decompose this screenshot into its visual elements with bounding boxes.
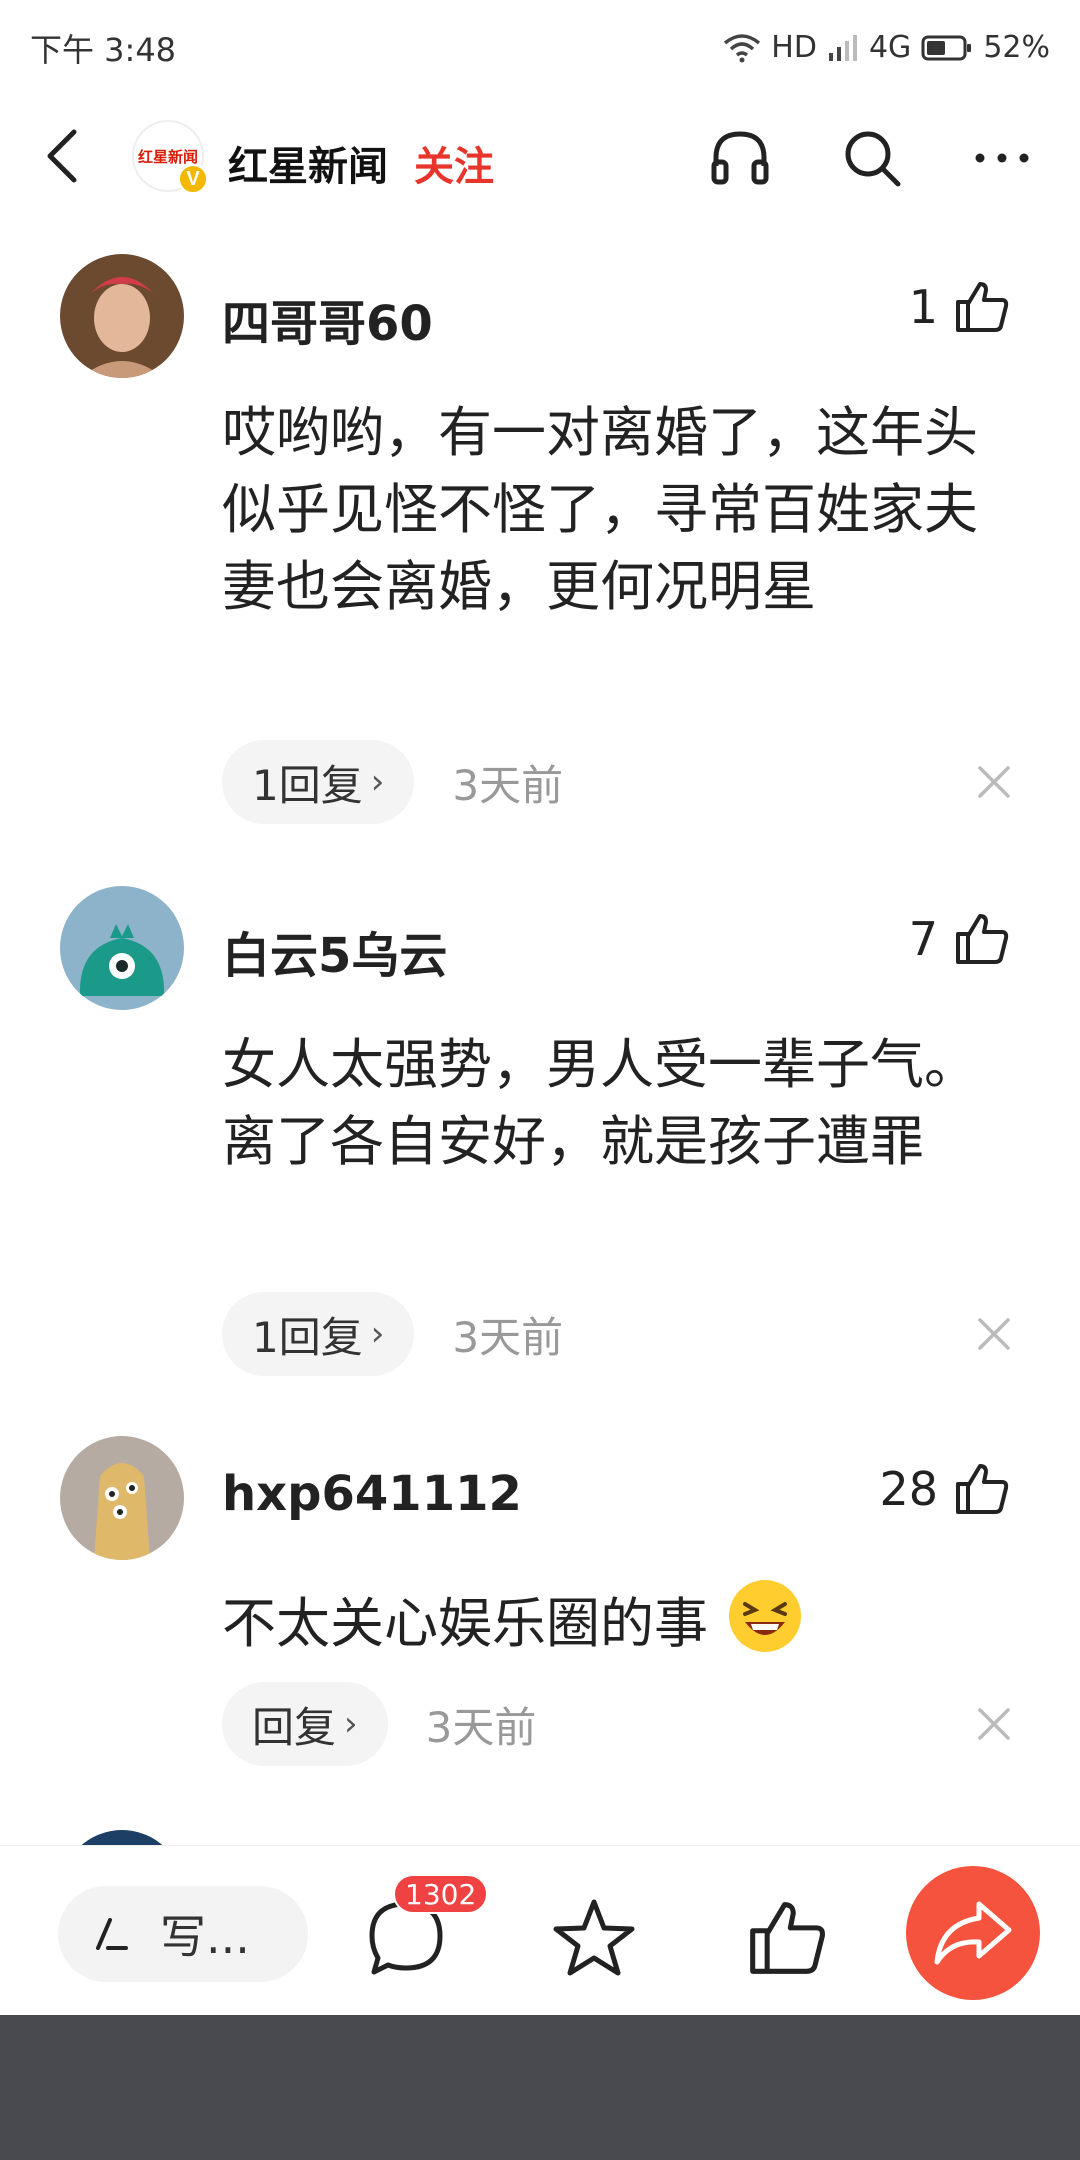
thumbs-up-icon[interactable] <box>744 1896 828 1980</box>
chevron-right-icon: › <box>344 1704 358 1744</box>
battery-percent: 52% <box>983 30 1050 65</box>
back-arrow-icon[interactable] <box>36 126 96 186</box>
wifi-icon <box>724 33 761 62</box>
close-icon[interactable] <box>974 762 1014 802</box>
channel-name[interactable]: 红星新闻 <box>228 134 388 192</box>
comment-time: 3天前 <box>425 1702 537 1752</box>
system-navigation-bar <box>0 2015 1080 2160</box>
like-button[interactable]: 28 <box>879 1460 1010 1518</box>
verified-badge-icon: V <box>178 164 208 194</box>
like-count: 1 <box>908 280 938 334</box>
hd-indicator: HD <box>771 30 817 65</box>
network-type: 4G <box>868 30 912 65</box>
like-count: 7 <box>908 912 938 966</box>
comment-text: 哎哟哟，有一对离婚了，这年头似乎见怪不怪了，寻常百姓家夫妻也会离婚，更何况明星 <box>222 401 978 618</box>
comment-count-badge: 1302 <box>393 1874 489 1914</box>
thumbs-up-icon <box>956 282 1009 332</box>
comment-actions: 1回复 › 3天前 <box>222 1292 563 1376</box>
share-button[interactable] <box>906 1866 1040 2000</box>
username[interactable]: 白云5乌云 <box>222 916 447 986</box>
reply-button[interactable]: 1回复 › <box>222 1292 415 1376</box>
status-icons: HD 4G 52% <box>723 30 1050 65</box>
laughing-emoji-icon <box>729 1580 802 1652</box>
status-bar: 下午 3:48 HD 4G 52% <box>0 0 1080 95</box>
username[interactable]: hxp641112 <box>222 1466 522 1522</box>
status-time: 下午 3:48 <box>30 30 177 69</box>
comment-text: 女人太强势，男人受一辈子气。离了各自安好，就是孩子遭罪 <box>222 1033 978 1173</box>
close-icon[interactable] <box>974 1314 1014 1354</box>
comment-actions: 1回复 › 3天前 <box>222 740 563 824</box>
headphones-icon[interactable] <box>708 126 772 190</box>
username[interactable]: 四哥哥60 <box>222 284 433 354</box>
chevron-right-icon: › <box>370 762 385 802</box>
like-count: 28 <box>879 1462 938 1516</box>
comment-time: 3天前 <box>452 760 564 810</box>
comment-time: 3天前 <box>452 1312 564 1362</box>
bottom-action-bar: 写... 1302 <box>0 1845 1080 2015</box>
battery-icon <box>921 35 972 60</box>
reply-label: 1回复 <box>252 760 363 810</box>
write-placeholder: 写... <box>160 1910 250 1964</box>
chevron-right-icon: › <box>370 1314 385 1354</box>
thumbs-up-icon <box>956 914 1009 964</box>
like-button[interactable]: 7 <box>909 910 1010 968</box>
signal-icon <box>828 34 857 61</box>
comment-text: 不太关心娱乐圈的事 <box>222 1576 1002 1662</box>
like-button[interactable]: 1 <box>909 278 1010 336</box>
top-nav-bar: 红星新闻 V 红星新闻 关注 <box>0 100 1080 215</box>
avatar[interactable] <box>60 886 184 1010</box>
avatar[interactable] <box>60 1436 184 1560</box>
comment-text-body: 不太关心娱乐圈的事 <box>222 1592 708 1655</box>
close-icon[interactable] <box>974 1704 1014 1744</box>
thumbs-up-icon <box>956 1464 1009 1514</box>
share-arrow-icon <box>934 1901 1012 1965</box>
follow-button[interactable]: 关注 <box>414 134 494 192</box>
pen-icon <box>96 1918 128 1950</box>
reply-label: 回复 <box>252 1702 337 1752</box>
comment-actions: 回复 › 3天前 <box>222 1682 536 1766</box>
star-icon[interactable] <box>552 1896 636 1980</box>
reply-label: 1回复 <box>252 1312 363 1362</box>
search-icon[interactable] <box>840 126 904 190</box>
write-comment-input[interactable]: 写... <box>58 1886 308 1982</box>
reply-button[interactable]: 回复 › <box>222 1682 388 1766</box>
more-icon[interactable] <box>970 126 1034 190</box>
channel-logo[interactable]: 红星新闻 V <box>132 120 208 194</box>
reply-button[interactable]: 1回复 › <box>222 740 415 824</box>
avatar[interactable] <box>60 254 184 378</box>
